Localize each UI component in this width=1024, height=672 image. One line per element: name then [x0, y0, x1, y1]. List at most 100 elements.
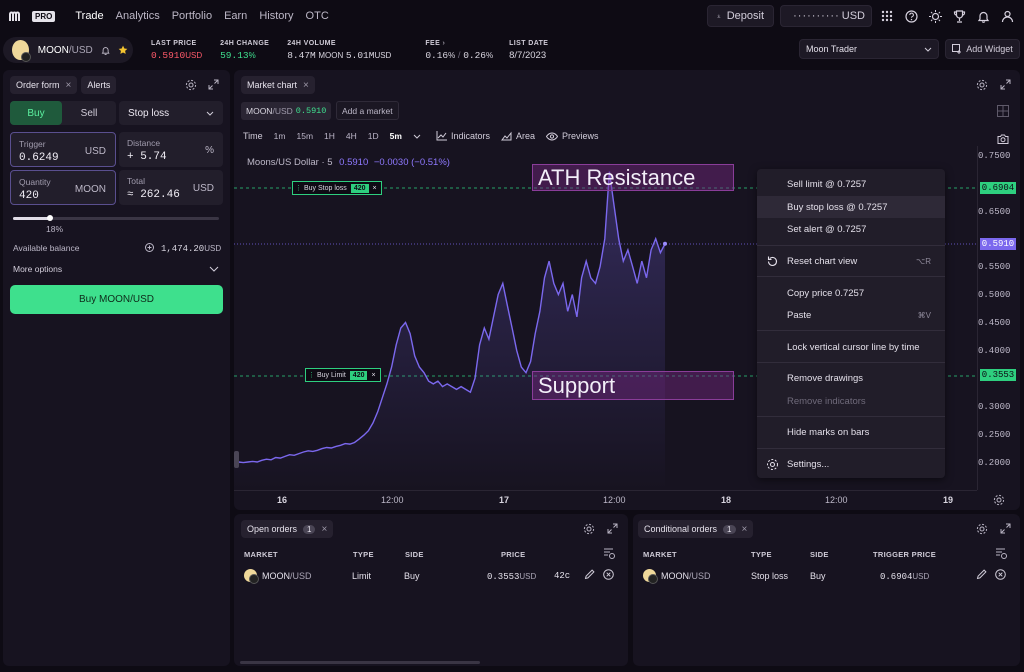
- close-icon[interactable]: ×: [66, 80, 72, 91]
- table-row[interactable]: MOON/USD: [244, 569, 312, 584]
- timeframe-1m[interactable]: 1m: [274, 131, 286, 141]
- previews-button[interactable]: Previews: [546, 131, 599, 141]
- order-type-select[interactable]: Stop loss: [119, 101, 223, 125]
- tab-order-form[interactable]: Order form ×: [10, 76, 78, 94]
- settings-gear-icon[interactable]: [185, 79, 197, 91]
- horizontal-scrollbar[interactable]: [240, 661, 480, 664]
- settings-gear-icon[interactable]: [976, 523, 988, 535]
- tab-market-chart[interactable]: Market chart ×: [241, 76, 315, 94]
- add-market-button[interactable]: Add a market: [336, 101, 399, 120]
- close-icon[interactable]: ×: [303, 80, 309, 91]
- trigger-field[interactable]: Trigger 0.6249 USD: [10, 132, 116, 167]
- chart-settings-gear-icon[interactable]: [993, 494, 1005, 506]
- theme-sun-icon[interactable]: [926, 7, 944, 25]
- drag-handle-icon[interactable]: ⋮: [293, 184, 304, 192]
- tab-open-orders[interactable]: Open orders 1 ×: [241, 520, 334, 538]
- menu-copy-price[interactable]: Copy price 0.7257: [757, 282, 945, 304]
- settings-gear-icon[interactable]: [976, 79, 988, 91]
- menu-sell-limit[interactable]: Sell limit @ 0.7257: [757, 173, 945, 195]
- available-balance-value: 1,474.20: [161, 244, 205, 254]
- x-tick: 12:00: [381, 495, 404, 505]
- submit-buy-button[interactable]: Buy MOON/USD: [10, 285, 223, 314]
- account-user-icon[interactable]: [998, 7, 1016, 25]
- total-field[interactable]: Total ≈ 262.46 USD: [119, 170, 223, 205]
- menu-lock-cursor[interactable]: Lock vertical cursor line by time: [757, 336, 945, 358]
- grid-apps-icon[interactable]: [878, 7, 896, 25]
- chart-pair-chip[interactable]: MOON/USD 0.5910: [241, 102, 332, 120]
- expand-icon[interactable]: [1000, 79, 1011, 90]
- cancel-order-icon[interactable]: [995, 569, 1006, 580]
- close-icon[interactable]: ×: [742, 524, 748, 535]
- balance-button[interactable]: ·········· USD: [780, 5, 872, 27]
- price-alert-bell-icon[interactable]: [101, 45, 110, 56]
- menu-set-alert[interactable]: Set alert @ 0.7257: [757, 218, 945, 240]
- tab-alerts[interactable]: Alerts: [81, 76, 117, 94]
- expand-icon[interactable]: [1000, 523, 1011, 534]
- drag-handle-icon[interactable]: ⋮: [306, 371, 317, 379]
- support-box[interactable]: Support: [532, 371, 734, 400]
- more-options-toggle[interactable]: More options: [13, 264, 219, 274]
- edit-pencil-icon[interactable]: [976, 569, 987, 580]
- ath-resistance-box[interactable]: ATH Resistance: [532, 164, 734, 191]
- cancel-order-icon[interactable]: ×: [369, 185, 381, 192]
- cancel-order-icon[interactable]: [603, 569, 614, 580]
- nav-trade[interactable]: Trade: [69, 10, 109, 22]
- add-funds-icon[interactable]: [145, 243, 154, 252]
- account-select[interactable]: Moon Trader: [799, 39, 939, 59]
- col-type: TYPE: [751, 550, 772, 559]
- fee-stat[interactable]: FEE › 0.16% / 0.26%: [425, 40, 493, 61]
- chart-scroll-handle[interactable]: [234, 451, 239, 468]
- deposit-button[interactable]: Deposit: [707, 5, 774, 27]
- nav-otc[interactable]: OTC: [300, 10, 335, 22]
- trophy-icon[interactable]: [950, 7, 968, 25]
- nav-analytics[interactable]: Analytics: [110, 10, 166, 22]
- area-button[interactable]: Area: [500, 131, 535, 141]
- tab-conditional-orders[interactable]: Conditional orders 1 ×: [638, 520, 754, 538]
- nav-earn[interactable]: Earn: [218, 10, 253, 22]
- notifications-bell-icon[interactable]: [974, 7, 992, 25]
- buy-limit-order-label[interactable]: ⋮ Buy Limit 420 ×: [305, 368, 381, 382]
- timeframe-chevron-icon[interactable]: [413, 134, 421, 139]
- menu-paste[interactable]: Paste ⌘V: [757, 304, 945, 326]
- cond-order-market: MOON: [661, 570, 689, 581]
- menu-settings[interactable]: Settings...: [757, 453, 945, 475]
- close-icon[interactable]: ×: [321, 524, 327, 535]
- add-widget-button[interactable]: Add Widget: [945, 39, 1020, 59]
- menu-remove-drawings[interactable]: Remove drawings: [757, 367, 945, 389]
- sell-tab[interactable]: Sell: [62, 101, 116, 125]
- edit-pencil-icon[interactable]: [584, 569, 595, 580]
- timeframe-4h[interactable]: 4H: [346, 131, 357, 141]
- stop-loss-order-label[interactable]: ⋮ Buy Stop loss 420 ×: [292, 181, 382, 195]
- expand-icon[interactable]: [208, 79, 219, 90]
- nav-history[interactable]: History: [253, 10, 299, 22]
- help-icon[interactable]: [902, 7, 920, 25]
- nav-portfolio[interactable]: Portfolio: [166, 10, 218, 22]
- menu-reset-chart-view[interactable]: Reset chart view ⌥R: [757, 250, 945, 272]
- menu-hide-marks[interactable]: Hide marks on bars: [757, 421, 945, 443]
- expand-icon[interactable]: [607, 523, 618, 534]
- table-row[interactable]: MOON/USD: [643, 569, 711, 584]
- cancel-all-orders-icon[interactable]: [603, 548, 615, 559]
- quantity-field[interactable]: Quantity 420 MOON: [10, 170, 116, 205]
- x-axis[interactable]: [234, 490, 977, 491]
- timeframe-15m[interactable]: 15m: [296, 131, 313, 141]
- menu-buy-stop-loss[interactable]: Buy stop loss @ 0.7257: [757, 196, 945, 218]
- timeframe-5m[interactable]: 5m: [390, 131, 402, 141]
- timeframe-1h[interactable]: 1H: [324, 131, 335, 141]
- trigger-label: Trigger: [19, 139, 46, 149]
- indicators-button[interactable]: Indicators: [436, 131, 490, 141]
- distance-field[interactable]: Distance + 5.74 %: [119, 132, 223, 167]
- deposit-label: Deposit: [726, 10, 764, 22]
- slider-thumb[interactable]: [47, 215, 54, 221]
- amount-slider[interactable]: [13, 215, 219, 221]
- cancel-all-orders-icon[interactable]: [995, 548, 1007, 559]
- pair-selector[interactable]: MOON/USD: [3, 37, 133, 63]
- cancel-order-icon[interactable]: ×: [367, 372, 379, 379]
- logo[interactable]: PRO: [9, 10, 56, 22]
- settings-gear-icon[interactable]: [583, 523, 595, 535]
- buy-tab[interactable]: Buy: [10, 101, 62, 125]
- layout-grid-icon[interactable]: [997, 105, 1009, 117]
- favorite-star-icon[interactable]: [118, 44, 128, 56]
- timeframe-1d[interactable]: 1D: [368, 131, 379, 141]
- camera-icon[interactable]: [997, 134, 1009, 144]
